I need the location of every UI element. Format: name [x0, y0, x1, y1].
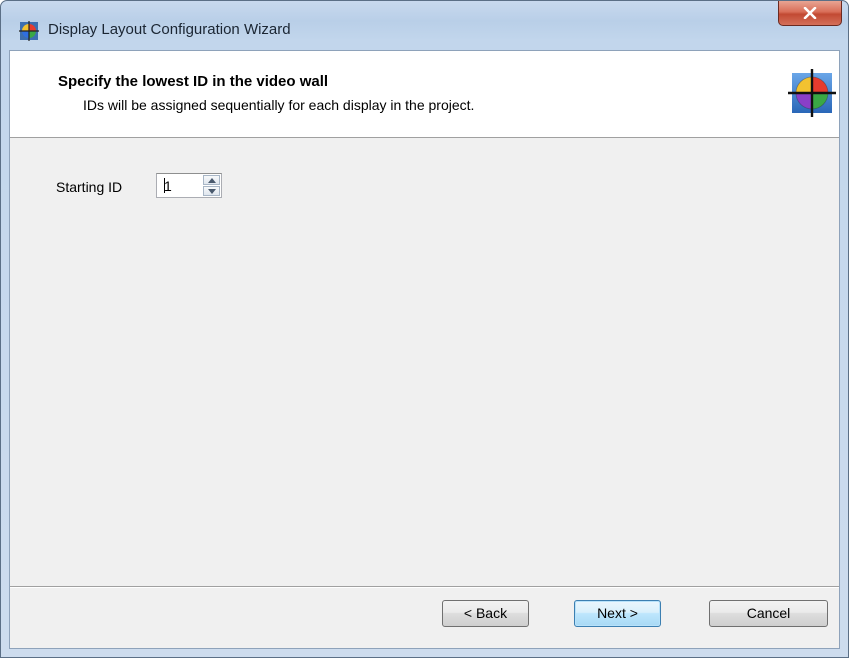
starting-id-spinner[interactable]	[156, 173, 222, 198]
color-wheel-crosshair-icon	[787, 68, 837, 118]
window-title: Display Layout Configuration Wizard	[48, 21, 291, 38]
text-cursor	[164, 178, 165, 193]
next-button[interactable]: Next >	[574, 600, 661, 627]
back-button[interactable]: < Back	[442, 600, 529, 627]
wizard-client-area: Specify the lowest ID in the video wall …	[9, 50, 840, 649]
wizard-window: Display Layout Configuration Wizard Spec…	[0, 0, 849, 658]
color-wheel-icon	[19, 21, 39, 41]
spin-down-button[interactable]	[203, 186, 220, 196]
spin-up-button[interactable]	[203, 175, 220, 185]
title-bar[interactable]: Display Layout Configuration Wizard	[1, 1, 848, 41]
cancel-button[interactable]: Cancel	[709, 600, 828, 627]
footer-separator	[10, 586, 839, 588]
page-title: Specify the lowest ID in the video wall	[58, 73, 329, 90]
close-button[interactable]	[778, 1, 842, 26]
page-subtitle: IDs will be assigned sequentially for ea…	[83, 97, 475, 113]
starting-id-label: Starting ID	[56, 179, 123, 195]
close-icon	[803, 7, 817, 19]
spin-down-icon	[208, 189, 216, 194]
wizard-header: Specify the lowest ID in the video wall …	[10, 51, 839, 138]
spin-up-icon	[208, 178, 216, 183]
spin-buttons	[203, 175, 220, 196]
